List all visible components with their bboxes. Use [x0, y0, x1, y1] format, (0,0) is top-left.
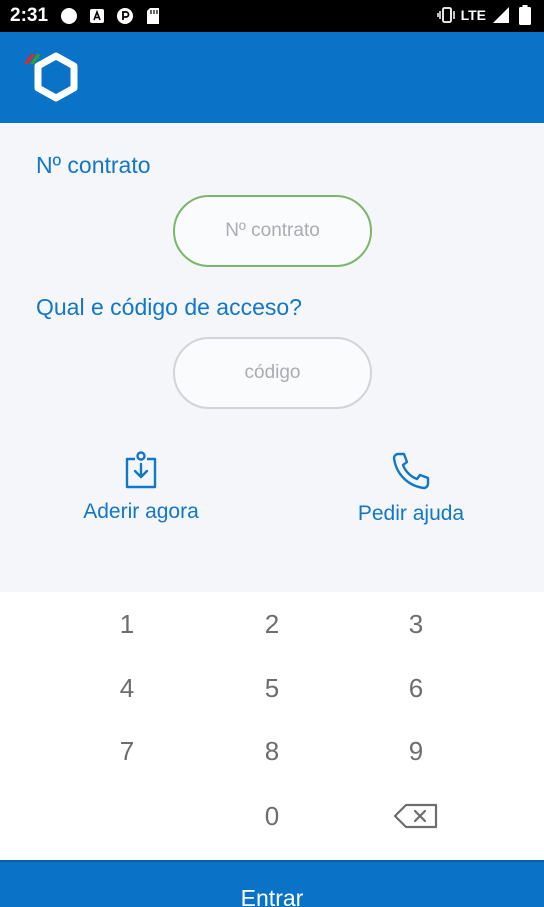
- sd-card-icon: [144, 7, 162, 25]
- key-2[interactable]: 2: [227, 596, 317, 652]
- access-code-input[interactable]: [173, 337, 372, 409]
- font-a-icon: [88, 7, 106, 25]
- phone-icon: [392, 452, 430, 490]
- status-left-icons: [60, 7, 162, 25]
- vibrate-icon: [436, 6, 455, 24]
- status-right: LTE: [436, 5, 534, 25]
- key-5[interactable]: 5: [227, 660, 317, 716]
- pedir-ajuda-button[interactable]: Pedir ajuda: [336, 450, 486, 526]
- status-time: 2:31: [10, 5, 49, 26]
- aderir-agora-label: Aderir agora: [83, 500, 199, 523]
- key-1[interactable]: 1: [82, 596, 172, 652]
- signal-icon: [492, 6, 510, 24]
- tray-download-icon: [125, 451, 157, 489]
- access-code-label: Qual e código de acceso?: [36, 294, 302, 320]
- circle-icon: [60, 7, 78, 25]
- aderir-agora-button[interactable]: Aderir agora: [66, 450, 216, 524]
- contract-input[interactable]: [173, 195, 372, 267]
- pedir-ajuda-label: Pedir ajuda: [357, 502, 465, 525]
- key-9[interactable]: 9: [371, 723, 461, 779]
- backspace-button[interactable]: [371, 788, 461, 844]
- key-0[interactable]: 0: [227, 788, 317, 844]
- pocket-p-icon: [116, 7, 134, 25]
- entrar-button[interactable]: Entrar: [0, 860, 544, 907]
- battery-icon: [516, 5, 534, 25]
- backspace-icon: [393, 803, 438, 829]
- key-7[interactable]: 7: [82, 723, 172, 779]
- key-4[interactable]: 4: [82, 660, 172, 716]
- numeric-keypad: 1 2 3 4 5 6 7 8 9 0: [0, 592, 544, 860]
- cgd-logo-icon: [22, 52, 84, 108]
- network-type: LTE: [460, 7, 486, 23]
- contract-label: Nº contrato: [36, 152, 151, 178]
- key-3[interactable]: 3: [371, 596, 461, 652]
- key-6[interactable]: 6: [371, 660, 461, 716]
- key-8[interactable]: 8: [227, 723, 317, 779]
- status-bar: 2:31 LTE: [0, 0, 544, 32]
